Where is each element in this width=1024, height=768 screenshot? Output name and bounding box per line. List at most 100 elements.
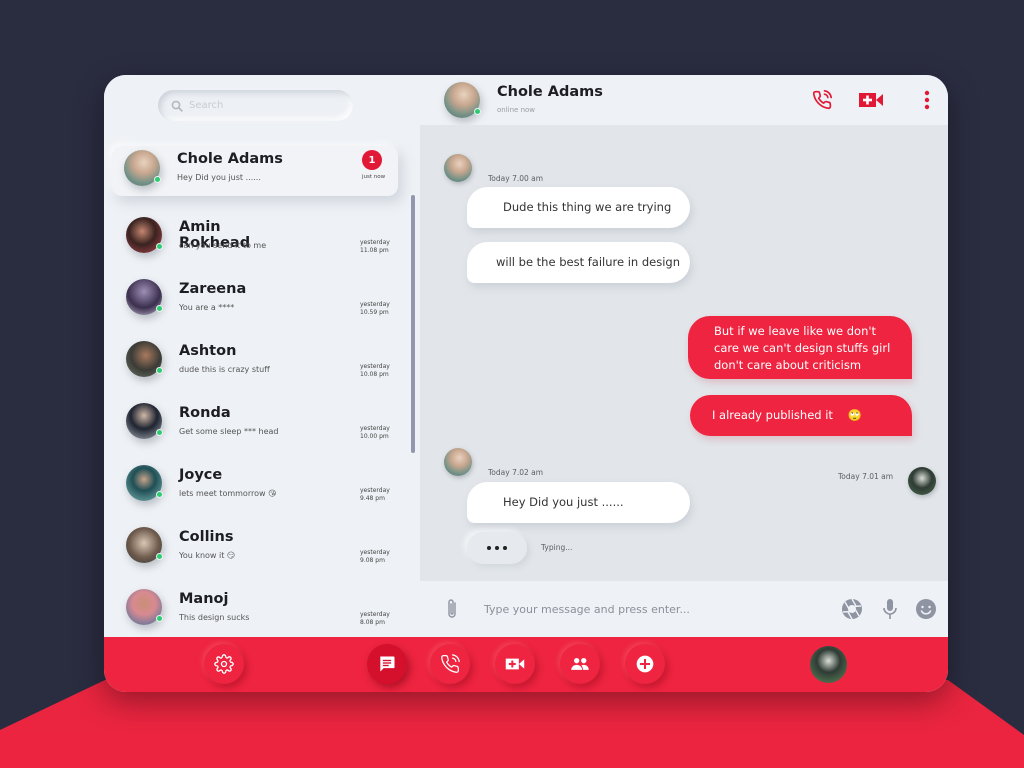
time-value: 10.08 pm [360, 371, 389, 378]
message-preview: You are a **** [179, 303, 235, 312]
chat-item-chole-adams[interactable]: Chole Adams Hey Did you just ...... 1 ju… [112, 146, 398, 196]
contact-status: online now [497, 106, 536, 114]
contact-name: Joyce [179, 467, 223, 483]
time-value: 10.00 pm [360, 433, 389, 440]
online-indicator [156, 491, 163, 498]
chat-list-scrollbar[interactable] [411, 195, 415, 453]
emoji-icon: 😏 [226, 551, 236, 560]
chat-message-icon [380, 656, 395, 672]
contact-name: Ronda [179, 405, 231, 421]
typing-dot [503, 546, 507, 550]
typing-dot [495, 546, 499, 550]
online-indicator [156, 243, 163, 250]
calls-tab-button[interactable] [430, 644, 470, 684]
incoming-message: will be the best failure in design [467, 242, 690, 283]
emoji-icon: 😘 [268, 489, 277, 498]
avatar [126, 465, 163, 501]
avatar [126, 217, 163, 253]
outgoing-message: I already published it 🙄 [690, 395, 912, 436]
settings-button[interactable] [204, 644, 244, 684]
online-indicator [156, 305, 163, 312]
avatar [126, 527, 163, 563]
avatar [126, 589, 163, 625]
chat-header: Chole Adams online now [420, 75, 948, 125]
time-day: yesterday [360, 549, 390, 556]
contact-name: Ashton [179, 343, 237, 359]
sender-avatar [444, 154, 472, 182]
incoming-message: Dude this thing we are trying [467, 187, 690, 228]
video-tab-button[interactable] [495, 644, 535, 684]
typing-dot [487, 546, 491, 550]
time-day: yesterday [360, 239, 390, 246]
message-text: I already published it [712, 408, 833, 422]
time-value: 11.08 pm [360, 247, 389, 254]
avatar [126, 341, 163, 377]
message-time: yesterday 10.59 pm [360, 301, 390, 317]
typing-indicator [467, 532, 527, 564]
phone-call-icon [441, 654, 460, 673]
avatar [126, 279, 163, 315]
chat-sidebar: Chole Adams Hey Did you just ...... 1 ju… [104, 75, 420, 637]
video-call-button[interactable] [857, 89, 885, 111]
message-time: just now [362, 174, 386, 180]
emoji-icon: 🙄 [847, 408, 862, 422]
online-indicator [156, 429, 163, 436]
my-profile-avatar[interactable] [810, 646, 847, 683]
message-time: yesterday 8.08 pm [360, 611, 390, 627]
message-time: yesterday 10.00 pm [360, 425, 390, 441]
attach-button[interactable] [440, 597, 464, 621]
time-day: yesterday [360, 487, 390, 494]
contact-name: Manoj [179, 591, 229, 607]
search-icon [171, 100, 183, 112]
unread-badge: 1 [362, 150, 382, 170]
time-day: yesterday [360, 611, 390, 618]
video-call-icon [859, 93, 883, 107]
phone-call-icon [812, 90, 832, 110]
message-time: yesterday 9.08 pm [360, 549, 390, 565]
time-day: yesterday [360, 301, 390, 308]
message-timestamp: Today 7.00 am [488, 174, 544, 183]
preview-text: You know it [179, 551, 225, 560]
more-options-button[interactable] [920, 89, 934, 111]
online-indicator [154, 176, 161, 183]
online-indicator [156, 553, 163, 560]
gear-icon [214, 654, 234, 674]
message-preview: You know it 😏 [179, 551, 235, 560]
time-value: 8.08 pm [360, 619, 385, 626]
emoji-icon [916, 599, 936, 619]
avatar [126, 403, 163, 439]
messages-tab-button[interactable] [367, 644, 407, 684]
preview-text: lets meet tommorrow [179, 489, 266, 498]
message-preview: This design sucks [179, 613, 250, 622]
message-composer [420, 581, 948, 637]
message-time: yesterday 11.08 pm [360, 239, 390, 255]
search-input[interactable] [189, 100, 339, 111]
more-vertical-icon [924, 90, 930, 110]
online-indicator [156, 367, 163, 374]
contact-name: Chole Adams [177, 151, 283, 167]
plus-circle-icon [636, 655, 654, 673]
online-indicator [474, 108, 481, 115]
video-call-icon [505, 658, 525, 670]
paperclip-icon [448, 599, 456, 618]
voice-call-button[interactable] [810, 89, 834, 111]
search-box[interactable] [158, 90, 353, 121]
add-new-button[interactable] [625, 644, 665, 684]
emoji-picker-button[interactable] [914, 597, 938, 621]
time-day: yesterday [360, 363, 390, 370]
message-preview: dude this is crazy stuff [179, 365, 270, 374]
time-value: 9.08 pm [360, 557, 385, 564]
message-preview: can you send it to me [179, 241, 267, 250]
incoming-message: Hey Did you just ...... [467, 482, 690, 523]
message-preview: Hey Did you just ...... [177, 173, 261, 182]
time-value: 9.48 pm [360, 495, 385, 502]
voice-message-button[interactable] [878, 597, 902, 621]
camera-button[interactable] [840, 597, 864, 621]
message-input[interactable] [484, 599, 824, 619]
typing-label: Typing... [541, 543, 573, 552]
online-indicator [156, 615, 163, 622]
my-avatar [908, 467, 936, 495]
contact-name: Chole Adams [497, 84, 603, 100]
contacts-tab-button[interactable] [560, 644, 600, 684]
contact-avatar[interactable] [444, 82, 481, 118]
